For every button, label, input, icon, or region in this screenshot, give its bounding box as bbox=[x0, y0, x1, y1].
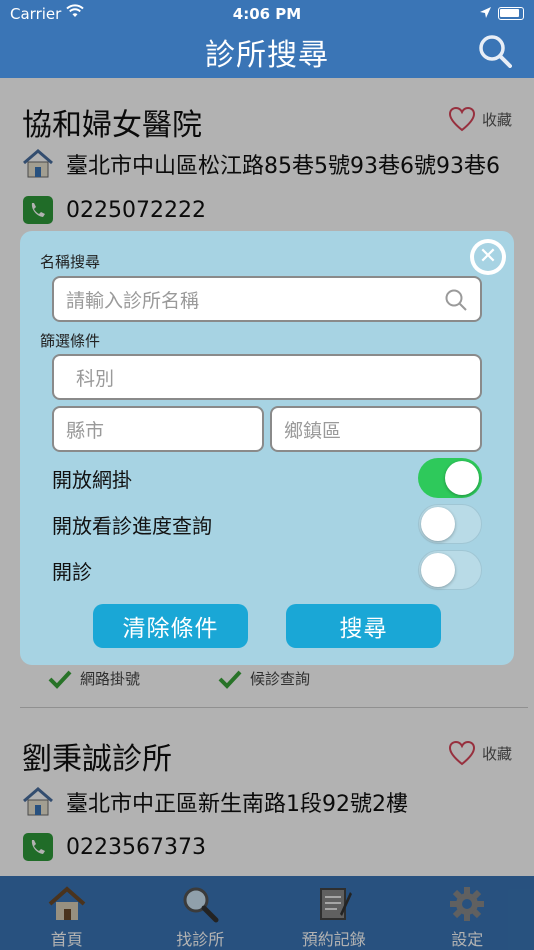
tab-label: 首頁 bbox=[50, 930, 83, 949]
search-filter-dialog: 名稱搜尋 ✕ 請輸入診所名稱 篩選條件 科別 縣市 鄉鎮區 開放網掛 開放看診進… bbox=[20, 231, 514, 665]
open-now-toggle-row: 開診 bbox=[52, 550, 482, 590]
tab-label: 設定 bbox=[451, 930, 484, 949]
department-select[interactable]: 科別 bbox=[52, 354, 482, 400]
progress-query-toggle-row: 開放看診進度查詢 bbox=[52, 504, 482, 544]
location-arrow-icon bbox=[479, 5, 492, 23]
tab-label: 找診所 bbox=[176, 930, 225, 949]
clinic-name-input[interactable]: 請輸入診所名稱 bbox=[52, 276, 482, 322]
page-title: 診所搜尋 bbox=[205, 38, 329, 73]
notepad-icon bbox=[319, 888, 352, 920]
filter-label: 篩選條件 bbox=[40, 332, 101, 350]
search-icon[interactable] bbox=[478, 34, 512, 68]
tab-find-clinic[interactable]: 找診所 bbox=[134, 876, 268, 950]
progress-query-switch[interactable] bbox=[418, 504, 482, 544]
district-select[interactable]: 鄉鎮區 bbox=[270, 406, 482, 452]
magnifier-icon bbox=[183, 887, 219, 923]
tab-home[interactable]: 首頁 bbox=[0, 876, 134, 950]
switch-label: 開放網掛 bbox=[52, 467, 132, 492]
search-icon bbox=[445, 289, 467, 311]
tab-label: 預約記錄 bbox=[301, 930, 366, 949]
county-placeholder: 縣市 bbox=[66, 419, 105, 442]
search-button[interactable]: 搜尋 bbox=[286, 604, 441, 648]
clear-filters-button[interactable]: 清除條件 bbox=[93, 604, 248, 648]
name-search-label: 名稱搜尋 bbox=[40, 253, 101, 271]
county-select[interactable]: 縣市 bbox=[52, 406, 264, 452]
close-icon: ✕ bbox=[474, 243, 502, 271]
close-button[interactable]: ✕ bbox=[470, 239, 506, 275]
online-registration-switch[interactable] bbox=[418, 458, 482, 498]
gear-icon bbox=[450, 887, 485, 921]
clinic-name-placeholder: 請輸入診所名稱 bbox=[66, 289, 200, 312]
navigation-bar: Carrier 4:06 PM 診所搜尋 bbox=[0, 0, 534, 78]
district-placeholder: 鄉鎮區 bbox=[284, 419, 342, 442]
tab-booking-records[interactable]: 預約記錄 bbox=[267, 876, 401, 950]
online-registration-toggle-row: 開放網掛 bbox=[52, 458, 482, 498]
clock: 4:06 PM bbox=[232, 5, 302, 23]
home-icon bbox=[48, 886, 86, 920]
open-now-switch[interactable] bbox=[418, 550, 482, 590]
status-bar: Carrier 4:06 PM bbox=[0, 0, 534, 28]
switch-label: 開放看診進度查詢 bbox=[52, 513, 212, 538]
tab-settings[interactable]: 設定 bbox=[401, 876, 534, 950]
switch-label: 開診 bbox=[52, 559, 92, 584]
battery-icon bbox=[498, 7, 524, 20]
tab-bar: 首頁 找診所 預約記錄 設定 bbox=[0, 876, 534, 950]
department-placeholder: 科別 bbox=[76, 367, 115, 390]
